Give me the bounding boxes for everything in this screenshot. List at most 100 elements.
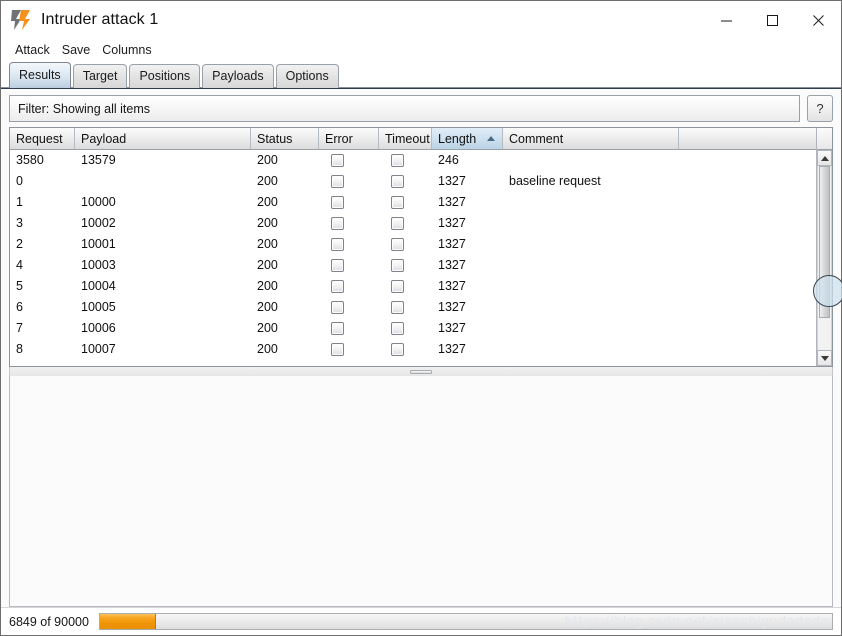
cell-status: 200 [257,216,278,230]
timeout-checkbox[interactable] [391,259,404,272]
scroll-up-button[interactable] [817,150,832,166]
menu-item-save[interactable]: Save [56,41,97,59]
cell-request: 6 [16,300,23,314]
cell-timeout [379,171,432,192]
cell-timeout [379,234,432,255]
cell-status: 200 [257,342,278,356]
tab-target[interactable]: Target [72,64,128,88]
maximize-icon[interactable] [749,1,795,39]
table-row[interactable]: 3580 13579 200 246 [10,150,832,171]
table-row[interactable]: 4 10003 200 1327 [10,255,832,276]
error-checkbox[interactable] [331,301,344,314]
title-bar: Intruder attack 1 [1,1,841,39]
minimize-icon[interactable] [703,1,749,39]
error-checkbox[interactable] [331,175,344,188]
table-row[interactable]: 2 10001 200 1327 [10,234,832,255]
cell-length: 1327 [438,216,466,230]
close-icon[interactable] [795,1,841,39]
table-row[interactable]: 3 10002 200 1327 [10,213,832,234]
help-button[interactable]: ? [807,95,833,122]
cell-payload: 10003 [81,258,116,272]
cell-request: 0 [16,174,23,188]
pane-splitter[interactable] [9,367,833,376]
timeout-checkbox[interactable] [391,175,404,188]
cell-comment: baseline request [509,174,601,188]
window-controls [703,1,841,39]
cell-status: 200 [257,300,278,314]
timeout-checkbox[interactable] [391,217,404,230]
cell-error [319,171,379,192]
cell-error [319,255,379,276]
timeout-checkbox[interactable] [391,238,404,251]
column-header-status[interactable]: Status [251,128,319,149]
cell-length: 1327 [438,195,466,209]
table-row[interactable]: 7 10006 200 1327 [10,318,832,339]
chevron-down-icon [820,355,829,361]
column-header-comment[interactable]: Comment [503,128,679,149]
tab-results[interactable]: Results [9,62,71,88]
cell-comment [503,318,679,339]
error-checkbox[interactable] [331,343,344,356]
cell-length: 1327 [438,258,466,272]
column-header-payload[interactable]: Payload [75,128,251,149]
tab-payloads[interactable]: Payloads [202,64,274,88]
cell-error [319,213,379,234]
table-row[interactable]: 5 10004 200 1327 [10,276,832,297]
cell-error [319,234,379,255]
cell-request: 7 [16,321,23,335]
filter-bar[interactable]: Filter: Showing all items [9,95,800,122]
chevron-up-icon [820,155,829,161]
cell-request: 8 [16,342,23,356]
table-row[interactable]: 0 200 1327 baseline request [10,171,832,192]
cell-request: 1 [16,195,23,209]
cell-error [319,297,379,318]
cell-timeout [379,255,432,276]
error-checkbox[interactable] [331,196,344,209]
cell-timeout [379,276,432,297]
intruder-attack-window: Intruder attack 1 Attack Save Columns Re… [0,0,842,636]
error-checkbox[interactable] [331,322,344,335]
cell-payload: 10004 [81,279,116,293]
filter-row: Filter: Showing all items ? [1,89,841,127]
error-checkbox[interactable] [331,154,344,167]
cell-status: 200 [257,174,278,188]
error-checkbox[interactable] [331,280,344,293]
column-header-request[interactable]: Request [10,128,75,149]
attack-progress-bar [98,613,833,630]
scroll-down-button[interactable] [817,350,832,366]
table-body[interactable]: 3580 13579 200 246 0 200 1327 baseline request 1… [10,150,832,366]
menu-item-columns[interactable]: Columns [96,41,157,59]
menu-item-attack[interactable]: Attack [9,41,56,59]
table-row[interactable]: 8 10007 200 1327 [10,339,832,360]
tab-options[interactable]: Options [275,64,339,88]
cell-timeout [379,339,432,360]
attack-progress-label: 6849 of 90000 [9,614,89,629]
table-row[interactable]: 1 10000 200 1327 [10,192,832,213]
column-header-timeout[interactable]: Timeout [379,128,432,149]
tab-positions[interactable]: Positions [129,64,201,88]
table-vertical-scrollbar[interactable] [816,128,832,366]
error-checkbox[interactable] [331,238,344,251]
cell-payload [75,171,251,192]
timeout-checkbox[interactable] [391,154,404,167]
error-checkbox[interactable] [331,259,344,272]
window-title: Intruder attack 1 [41,11,159,28]
timeout-checkbox[interactable] [391,196,404,209]
table-header-row: Request Payload Status Error Timeout Len… [10,128,832,150]
sort-ascending-icon [487,136,495,141]
timeout-checkbox[interactable] [391,301,404,314]
column-header-error[interactable]: Error [319,128,379,149]
scrollbar-track[interactable] [817,166,832,350]
results-panel: Filter: Showing all items ? Request Payl… [1,88,842,607]
cell-payload: 10000 [81,195,116,209]
cell-status: 200 [257,195,278,209]
cell-request: 3 [16,216,23,230]
timeout-checkbox[interactable] [391,280,404,293]
column-header-length[interactable]: Length [432,128,503,149]
error-checkbox[interactable] [331,217,344,230]
cell-length: 246 [438,153,459,167]
table-row[interactable]: 6 10005 200 1327 [10,297,832,318]
timeout-checkbox[interactable] [391,322,404,335]
cell-request: 5 [16,279,23,293]
timeout-checkbox[interactable] [391,343,404,356]
